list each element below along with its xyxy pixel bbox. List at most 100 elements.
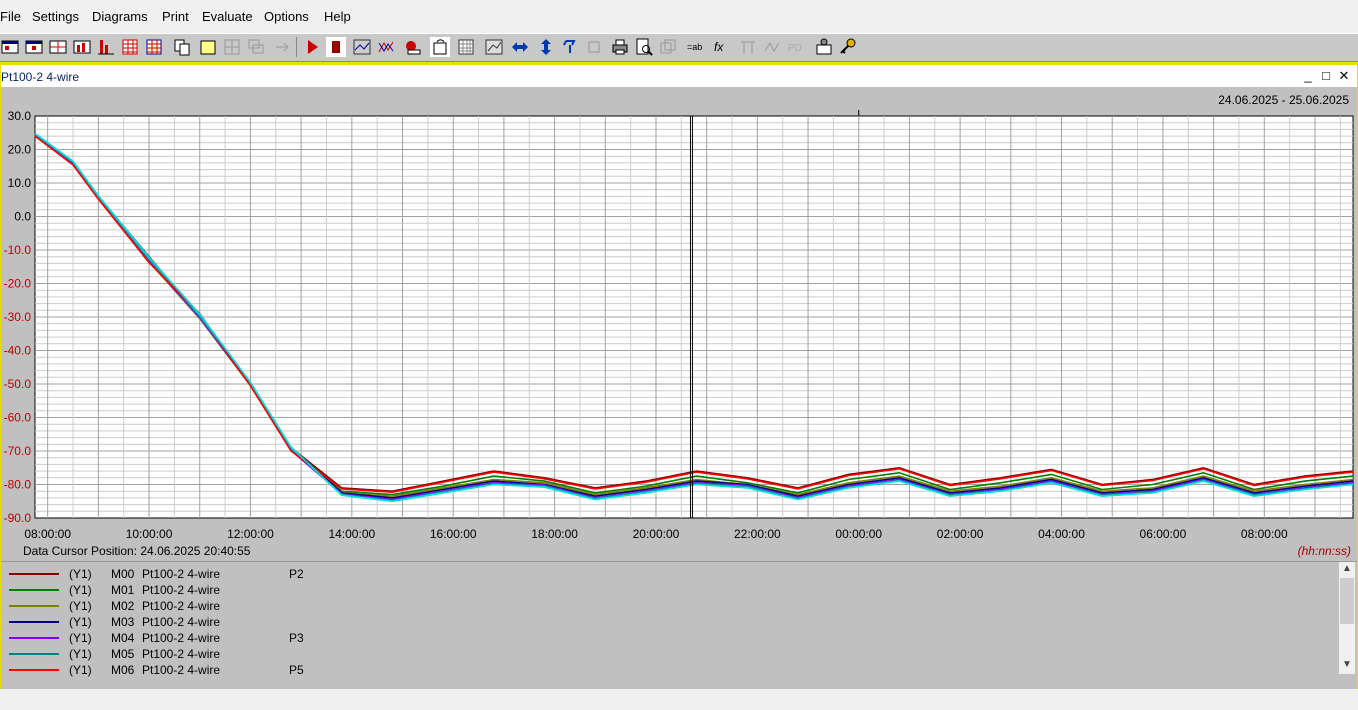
y-tick-label: -30.0 <box>4 310 32 324</box>
legend-panel: (Y1) M00 Pt100-2 4-wire P2 (Y1) M01 Pt100-2 4-… <box>1 561 1357 677</box>
table-icon[interactable] <box>120 37 140 57</box>
y-tick-label: -10.0 <box>4 243 32 257</box>
y-tick-label: -20.0 <box>4 277 32 291</box>
legend-channel: M03 <box>111 615 135 629</box>
legend-name: Pt100-2 4-wire <box>142 647 221 661</box>
legend-line-swatch <box>9 653 59 655</box>
legend-row[interactable]: (Y1) M03 Pt100-2 4-wire <box>1 614 1331 630</box>
y-tick-label: -80.0 <box>4 478 32 492</box>
legend-name: Pt100-2 4-wire <box>142 583 221 597</box>
cursor-position-text: Data Cursor Position: 24.06.2025 20:40:5… <box>23 544 251 558</box>
line-chart[interactable]: 30.0 20.0 10.0 0.0 -10.0 -20.0 -30.0 -40.0 -50.0… <box>1 87 1357 562</box>
legend-line-swatch <box>9 637 59 639</box>
maximize-button[interactable]: □ <box>1319 69 1333 83</box>
svg-text:=ab: =ab <box>687 42 702 52</box>
print-preview-icon[interactable] <box>634 37 654 57</box>
legend-row[interactable]: (Y1) M06 Pt100-2 4-wire P5 <box>1 662 1331 678</box>
x-tick-label: 14:00:00 <box>328 527 375 541</box>
legend-axis: (Y1) <box>69 567 92 581</box>
y-tick-label: -70.0 <box>4 444 32 458</box>
legend-name: Pt100-2 4-wire <box>142 631 221 645</box>
vertical-arrows-icon[interactable] <box>536 37 556 57</box>
legend-channel: M00 <box>111 567 135 581</box>
layout-grid-icon[interactable] <box>222 37 242 57</box>
curve-icon[interactable] <box>762 37 782 57</box>
x-tick-label: 12:00:00 <box>227 527 274 541</box>
toolbar: =ab fx PD <box>0 33 1358 62</box>
menu-bar: File Settings Diagrams Print Evaluate Op… <box>0 0 1358 33</box>
modules-icon[interactable] <box>814 37 834 57</box>
legend-line-swatch <box>9 605 59 607</box>
table-colored-icon[interactable] <box>144 37 164 57</box>
legend-row[interactable]: (Y1) M04 Pt100-2 4-wire P3 <box>1 630 1331 646</box>
y-tick-label: -50.0 <box>4 377 32 391</box>
legend-axis: (Y1) <box>69 615 92 629</box>
x-tick-label: 22:00:00 <box>734 527 781 541</box>
diagram-list-icon[interactable] <box>48 37 68 57</box>
legend-axis: (Y1) <box>69 583 92 597</box>
copy-icon[interactable] <box>172 37 192 57</box>
menu-options[interactable]: Options <box>264 9 309 24</box>
pd-icon[interactable]: PD <box>786 37 806 57</box>
scroll-down-icon[interactable]: ▼ <box>1339 659 1355 673</box>
menu-settings[interactable]: Settings <box>32 9 79 24</box>
legend-scrollbar[interactable]: ▲ ▼ <box>1339 562 1355 674</box>
x-tick-label: 02:00:00 <box>937 527 984 541</box>
legend-row[interactable]: (Y1) M05 Pt100-2 4-wire <box>1 646 1331 662</box>
legend-row[interactable]: (Y1) M01 Pt100-2 4-wire <box>1 582 1331 598</box>
zoom-chart-icon[interactable] <box>352 37 372 57</box>
legend-channel: M05 <box>111 647 135 661</box>
marker-line-icon[interactable] <box>738 37 758 57</box>
legend-marker: P3 <box>289 631 304 645</box>
legend-row[interactable]: (Y1) M00 Pt100-2 4-wire P2 <box>1 566 1331 582</box>
legend-axis: (Y1) <box>69 647 92 661</box>
redo-zoom-icon[interactable] <box>584 37 604 57</box>
bar-chart-icon[interactable] <box>96 37 116 57</box>
x-tick-label: 06:00:00 <box>1140 527 1187 541</box>
function-icon[interactable]: fx <box>712 37 732 57</box>
scroll-thumb[interactable] <box>1340 578 1354 624</box>
legend-row[interactable]: (Y1) M02 Pt100-2 4-wire <box>1 598 1331 614</box>
scroll-up-icon[interactable]: ▲ <box>1339 563 1355 577</box>
legend-name: Pt100-2 4-wire <box>142 599 221 613</box>
open-diagram-icon[interactable] <box>24 37 44 57</box>
marker-icon[interactable] <box>402 37 422 57</box>
copy-window-icon[interactable] <box>658 37 678 57</box>
y-tick-label: 30.0 <box>8 109 32 123</box>
x-tick-label: 20:00:00 <box>633 527 680 541</box>
menu-diagrams[interactable]: Diagrams <box>92 9 148 24</box>
legend-name: Pt100-2 4-wire <box>142 567 221 581</box>
horizontal-arrows-icon[interactable] <box>510 37 530 57</box>
y-tick-label: 20.0 <box>8 143 32 157</box>
play-icon[interactable] <box>302 37 322 57</box>
menu-help[interactable]: Help <box>324 9 351 24</box>
diagram-title: Pt100-2 4-wire <box>1 70 80 84</box>
print-icon[interactable] <box>610 37 630 57</box>
arrows-icon[interactable] <box>272 37 292 57</box>
new-diagram-icon[interactable] <box>0 37 20 57</box>
grid-icon[interactable] <box>456 37 476 57</box>
key-icon[interactable] <box>838 37 858 57</box>
xy-chart-icon[interactable] <box>376 37 396 57</box>
legend-line-swatch <box>9 669 59 671</box>
menu-evaluate[interactable]: Evaluate <box>202 9 253 24</box>
legend-line-swatch <box>9 573 59 575</box>
undo-zoom-icon[interactable] <box>560 37 580 57</box>
layout-cascade-icon[interactable] <box>246 37 266 57</box>
minimize-button[interactable]: _ <box>1301 69 1315 83</box>
bar-chart-icon[interactable] <box>72 37 92 57</box>
svg-text:fx: fx <box>714 40 724 54</box>
refresh-icon[interactable] <box>430 37 450 57</box>
text-ab-icon[interactable]: =ab <box>686 37 706 57</box>
close-button[interactable]: ✕ <box>1337 69 1351 83</box>
note-icon[interactable] <box>198 37 218 57</box>
zoom-box-icon[interactable] <box>484 37 504 57</box>
y-axis-labels: 30.0 20.0 10.0 0.0 -10.0 -20.0 -30.0 -40.0 -50.0… <box>4 109 32 525</box>
menu-print[interactable]: Print <box>162 9 189 24</box>
stop-icon[interactable] <box>326 37 346 57</box>
legend-marker: P5 <box>289 663 304 677</box>
legend-line-swatch <box>9 589 59 591</box>
legend-channel: M01 <box>111 583 135 597</box>
menu-file[interactable]: File <box>0 9 21 24</box>
x-tick-label: 10:00:00 <box>126 527 173 541</box>
